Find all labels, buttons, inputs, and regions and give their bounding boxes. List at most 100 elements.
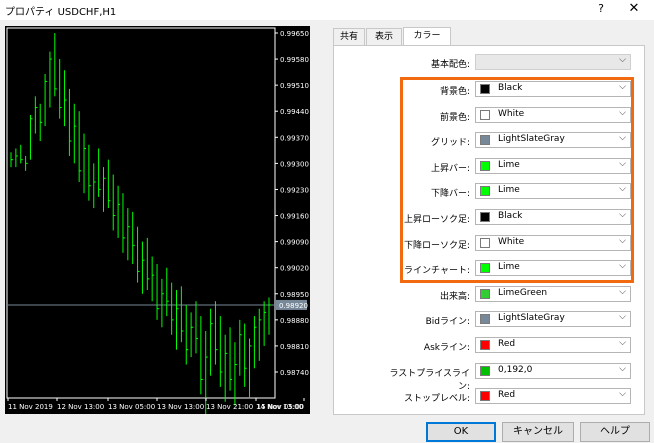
window-title: プロパティ USDCHF,H1	[5, 7, 117, 18]
color-swatch	[480, 314, 490, 324]
color-select[interactable]: Lime ⌵	[475, 260, 631, 276]
chevron-down-icon: ⌵	[619, 389, 626, 399]
price-label: 0.99160	[280, 213, 309, 221]
color-swatch	[480, 263, 490, 273]
color-select[interactable]: Red ⌵	[475, 388, 631, 404]
color-value: Red	[498, 390, 516, 400]
chevron-down-icon: ⌵	[619, 210, 626, 220]
chevron-down-icon: ⌵	[619, 82, 626, 92]
color-swatch	[480, 186, 490, 196]
base-scheme-select[interactable]: ⌵	[475, 54, 631, 70]
color-value: Red	[498, 339, 516, 349]
color-row-label: ストップレベル:	[403, 394, 470, 404]
price-label: 0.98950	[280, 291, 309, 299]
color-swatch	[480, 391, 490, 401]
price-label: 0.99370	[280, 134, 309, 142]
color-select[interactable]: LightSlateGray ⌵	[475, 311, 631, 327]
chevron-down-icon: ⌵	[619, 364, 626, 374]
color-value: LimeGreen	[498, 288, 548, 298]
color-swatch	[480, 135, 490, 145]
colors-panel	[333, 45, 645, 415]
chevron-down-icon: ⌵	[619, 338, 626, 348]
color-row-label: 下降バー:	[430, 189, 470, 199]
color-value: Black	[498, 211, 523, 221]
color-swatch	[480, 110, 490, 120]
time-label: 11 Nov 2019	[8, 403, 53, 411]
color-value: Lime	[498, 185, 520, 195]
price-label: 0.99510	[280, 82, 309, 90]
ok-button[interactable]: OK	[426, 422, 496, 442]
tab-display[interactable]: 表示	[366, 28, 402, 46]
tab-colors[interactable]: カラー	[403, 27, 451, 47]
chevron-down-icon: ⌵	[619, 133, 626, 143]
price-label: 0.99650	[280, 30, 309, 38]
color-row-label: 背景色:	[439, 87, 470, 97]
chevron-down-icon: ⌵	[619, 287, 626, 297]
time-label: 13 Nov 21:00	[206, 403, 253, 411]
color-select[interactable]: LimeGreen ⌵	[475, 286, 631, 302]
color-value: LightSlateGray	[498, 313, 565, 323]
color-swatch	[480, 366, 490, 376]
chevron-down-icon: ⌵	[619, 236, 626, 246]
chevron-down-icon: ⌵	[619, 159, 626, 169]
color-row-label: 下降ローソク足:	[403, 241, 470, 251]
color-value: White	[498, 237, 525, 247]
color-value: White	[498, 109, 525, 119]
color-select[interactable]: Black ⌵	[475, 81, 631, 97]
price-label: 0.99020	[280, 265, 309, 273]
time-label: 13 Nov 13:00	[157, 403, 204, 411]
color-swatch	[480, 289, 490, 299]
color-row-label: Bidライン:	[425, 317, 470, 327]
chevron-down-icon: ⌵	[619, 312, 626, 322]
color-select[interactable]: White ⌵	[475, 235, 631, 251]
chart-canvas: 0.99650 0.99580 0.99510 0.99440 0.99370 0.993…	[6, 27, 309, 414]
chart-preview: 0.99650 0.99580 0.99510 0.99440 0.99370 0.993…	[5, 26, 310, 414]
color-row-label: ラインチャート:	[404, 266, 470, 276]
color-row-label: ラストプライスライン:	[389, 369, 470, 392]
time-label: 12 Nov 13:00	[57, 403, 104, 411]
price-label: 0.99440	[280, 108, 309, 116]
color-select[interactable]: Red ⌵	[475, 337, 631, 353]
cancel-button[interactable]: キャンセル	[502, 422, 574, 442]
color-select[interactable]: White ⌵	[475, 107, 631, 123]
color-swatch	[480, 161, 490, 171]
color-row-label: 出来高:	[439, 292, 470, 302]
color-select[interactable]: Black ⌵	[475, 209, 631, 225]
close-icon[interactable]: ✕	[626, 1, 642, 16]
color-swatch	[480, 212, 490, 222]
help-icon[interactable]: ?	[594, 2, 608, 15]
time-label: 15 Nov 05:00	[257, 403, 304, 411]
color-value: Black	[498, 83, 523, 93]
price-label: 0.99300	[280, 160, 309, 168]
color-row-label: 上昇バー:	[430, 164, 470, 174]
color-row-label: グリッド:	[430, 138, 470, 148]
price-label: 0.99230	[280, 186, 309, 194]
chevron-down-icon: ⌵	[619, 261, 626, 271]
color-select[interactable]: LightSlateGray ⌵	[475, 132, 631, 148]
color-swatch	[480, 84, 490, 94]
base-scheme-label: 基本配色:	[430, 60, 470, 70]
color-row-label: 上昇ローソク足:	[403, 215, 470, 225]
color-value: LightSlateGray	[498, 134, 565, 144]
color-select[interactable]: Lime ⌵	[475, 183, 631, 199]
color-value: Lime	[498, 262, 520, 272]
chevron-down-icon: ⌵	[619, 55, 626, 65]
chevron-down-icon: ⌵	[619, 108, 626, 118]
current-price-label: 0.98920	[279, 302, 308, 310]
color-select[interactable]: 0,192,0 ⌵	[475, 363, 631, 379]
title-bar: プロパティ USDCHF,H1 ? ✕	[0, 0, 654, 20]
price-label: 0.99090	[280, 239, 309, 247]
color-select[interactable]: Lime ⌵	[475, 158, 631, 174]
chevron-down-icon: ⌵	[619, 184, 626, 194]
tab-shared[interactable]: 共有	[333, 28, 365, 46]
color-swatch	[480, 340, 490, 350]
price-label: 0.98810	[280, 343, 309, 351]
color-swatch	[480, 238, 490, 248]
color-value: 0,192,0	[498, 365, 533, 375]
price-label: 0.98880	[280, 317, 309, 325]
price-label: 0.99580	[280, 56, 309, 64]
help-button[interactable]: ヘルプ	[580, 422, 650, 442]
price-label: 0.98740	[280, 369, 309, 377]
color-row-label: 前景色:	[439, 113, 470, 123]
color-row-label: Askライン:	[423, 343, 470, 353]
